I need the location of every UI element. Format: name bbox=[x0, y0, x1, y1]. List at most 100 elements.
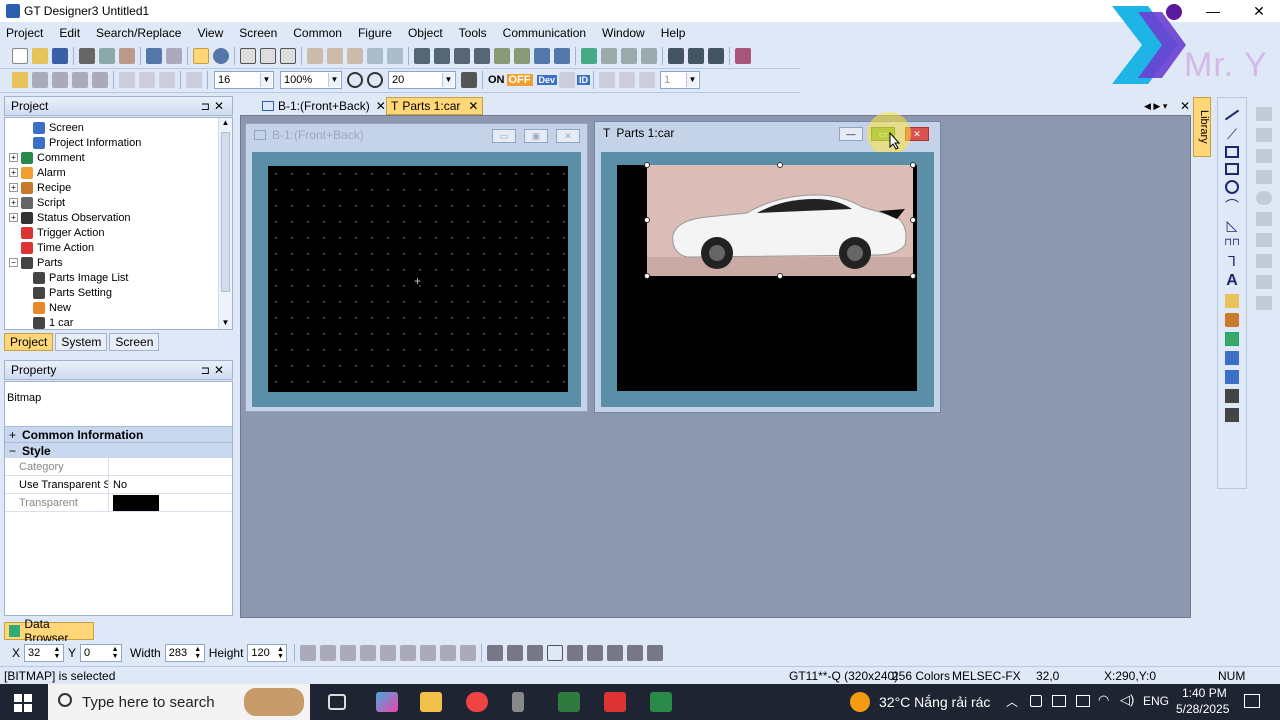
open-icon[interactable] bbox=[32, 48, 48, 64]
ole-tool-icon[interactable] bbox=[1225, 370, 1239, 384]
scroll-down-icon[interactable]: ▼ bbox=[219, 318, 232, 327]
read-from-got-icon[interactable] bbox=[688, 48, 704, 64]
prev-screen-icon[interactable] bbox=[52, 72, 68, 88]
screen-close-icon[interactable] bbox=[280, 48, 296, 64]
group-common-information[interactable]: + Common Information bbox=[5, 426, 232, 442]
text-color-icon[interactable] bbox=[607, 645, 624, 661]
usb-app-icon[interactable] bbox=[512, 692, 524, 712]
tree-expander-icon[interactable]: + bbox=[9, 168, 18, 177]
comment-icon[interactable] bbox=[1256, 212, 1272, 226]
resize-handle[interactable] bbox=[644, 162, 650, 168]
new-icon[interactable] bbox=[12, 48, 28, 64]
verify-icon[interactable] bbox=[708, 48, 724, 64]
library-tab[interactable]: Library bbox=[1193, 97, 1211, 157]
graph-icon[interactable] bbox=[1256, 233, 1272, 247]
line-width-icon[interactable] bbox=[507, 645, 524, 661]
wifi-icon[interactable]: ◠ bbox=[1098, 692, 1109, 708]
zoom-fit-icon[interactable] bbox=[186, 72, 202, 88]
text-size-icon[interactable] bbox=[627, 645, 644, 661]
tree-item[interactable]: Project Information bbox=[5, 135, 232, 150]
layer-combo[interactable]: 1 ▼ bbox=[660, 71, 701, 89]
line-color-icon[interactable] bbox=[527, 645, 544, 661]
screen-canvas-b1[interactable]: + bbox=[268, 166, 568, 392]
tree-expander-icon[interactable]: + bbox=[9, 198, 18, 207]
tab-b1[interactable]: B-1:(Front+Back) ✕ bbox=[258, 97, 390, 115]
circle-tool-icon[interactable] bbox=[1225, 180, 1239, 194]
maximize-button[interactable]: ▣ bbox=[524, 129, 548, 143]
menu-help[interactable]: Help bbox=[661, 26, 686, 40]
write-to-got-icon[interactable] bbox=[668, 48, 684, 64]
object-list-icon[interactable] bbox=[307, 48, 323, 64]
task-view-icon[interactable] bbox=[328, 694, 346, 710]
minimize-button[interactable]: ▭ bbox=[492, 129, 516, 143]
menu-window[interactable]: Window bbox=[602, 26, 645, 40]
screen-new-icon[interactable] bbox=[240, 48, 256, 64]
font-size-combo[interactable]: 16 ▼ bbox=[214, 71, 274, 89]
parts-canvas[interactable] bbox=[617, 162, 917, 391]
simulator-settings-icon[interactable] bbox=[621, 48, 637, 64]
close-button[interactable]: ✕ bbox=[556, 129, 580, 143]
undo-icon[interactable] bbox=[146, 48, 162, 64]
tab-screen[interactable]: Screen bbox=[109, 333, 160, 351]
menu-edit[interactable]: Edit bbox=[59, 26, 80, 40]
grid-combo[interactable]: 20 ▼ bbox=[388, 71, 456, 89]
help-icon[interactable] bbox=[213, 48, 229, 64]
chrome-icon[interactable] bbox=[466, 692, 488, 712]
piping-tool-icon[interactable]: ⅂ bbox=[1228, 254, 1236, 268]
close-all-tabs-icon[interactable]: ✕ bbox=[1176, 97, 1194, 115]
layout-icon[interactable] bbox=[414, 48, 430, 64]
layer-both-icon[interactable] bbox=[639, 72, 656, 88]
shape-style-icon[interactable] bbox=[139, 72, 155, 88]
tree-item[interactable]: New bbox=[5, 300, 232, 315]
pin-icon[interactable]: ⊐ bbox=[201, 100, 210, 113]
comm-settings-icon[interactable] bbox=[735, 48, 751, 64]
align-left-icon[interactable] bbox=[300, 645, 317, 661]
x-input[interactable]: 32 ▲ ▼ bbox=[24, 644, 65, 662]
align-top-icon[interactable] bbox=[360, 645, 377, 661]
align-right-icon[interactable] bbox=[340, 645, 357, 661]
line-style-icon[interactable] bbox=[119, 72, 135, 88]
scale-tool-icon[interactable]: ⊓⊓ bbox=[1224, 237, 1240, 249]
resize-handle[interactable] bbox=[777, 273, 783, 279]
tree-item[interactable]: 1 car bbox=[5, 315, 232, 329]
zoom-in-icon[interactable] bbox=[347, 72, 363, 88]
zoom-combo[interactable]: 100% ▼ bbox=[280, 71, 342, 89]
close-panel-icon[interactable]: ✕ bbox=[214, 99, 224, 113]
tree-expander-icon[interactable]: + bbox=[9, 213, 18, 222]
select-pointer-icon[interactable] bbox=[193, 48, 209, 64]
tab-parts-car[interactable]: T Parts 1:car ✕ bbox=[386, 97, 484, 115]
tree-item[interactable]: + Status Observation bbox=[5, 210, 232, 225]
align-middle-icon[interactable] bbox=[380, 645, 397, 661]
device-display-button[interactable]: Dev bbox=[536, 75, 558, 85]
tree-expander-icon[interactable] bbox=[9, 243, 18, 252]
add-object-icon[interactable] bbox=[12, 72, 28, 88]
toggle-icon[interactable] bbox=[559, 72, 576, 88]
device-list-icon[interactable] bbox=[367, 48, 383, 64]
polyline-tool-icon[interactable]: ⟋ bbox=[1227, 127, 1237, 141]
fill-style-icon[interactable] bbox=[159, 72, 175, 88]
resize-handle[interactable] bbox=[910, 162, 916, 168]
text-tool-icon[interactable]: A bbox=[1226, 273, 1238, 289]
tab-system[interactable]: System bbox=[55, 333, 108, 351]
tree-item[interactable]: + Recipe bbox=[5, 180, 232, 195]
tree-item[interactable]: Parts Image List bbox=[5, 270, 232, 285]
id-display-button[interactable]: ID bbox=[577, 75, 591, 85]
pin-icon[interactable]: ⊐ bbox=[201, 364, 210, 377]
ungroup-icon[interactable] bbox=[454, 48, 470, 64]
close-tab-icon[interactable]: ✕ bbox=[468, 99, 478, 113]
tree-expander-icon[interactable]: + bbox=[9, 183, 18, 192]
switch-icon[interactable] bbox=[1256, 107, 1272, 121]
order-icon[interactable] bbox=[474, 48, 490, 64]
menu-screen[interactable]: Screen bbox=[239, 26, 277, 40]
file-explorer-icon[interactable] bbox=[420, 692, 442, 712]
parts-display-icon[interactable] bbox=[1256, 275, 1272, 289]
menu-project[interactable]: Project bbox=[6, 26, 43, 40]
height-input[interactable]: 120 ▲ ▼ bbox=[247, 644, 288, 662]
tree-expander-icon[interactable] bbox=[9, 228, 18, 237]
tree-item[interactable]: Trigger Action bbox=[5, 225, 232, 240]
tree-item[interactable]: + Script bbox=[5, 195, 232, 210]
layer-back-icon[interactable] bbox=[619, 72, 636, 88]
menu-common[interactable]: Common bbox=[293, 26, 342, 40]
tab-project[interactable]: Project bbox=[4, 333, 54, 351]
parts-tool-icon[interactable] bbox=[1225, 389, 1239, 403]
